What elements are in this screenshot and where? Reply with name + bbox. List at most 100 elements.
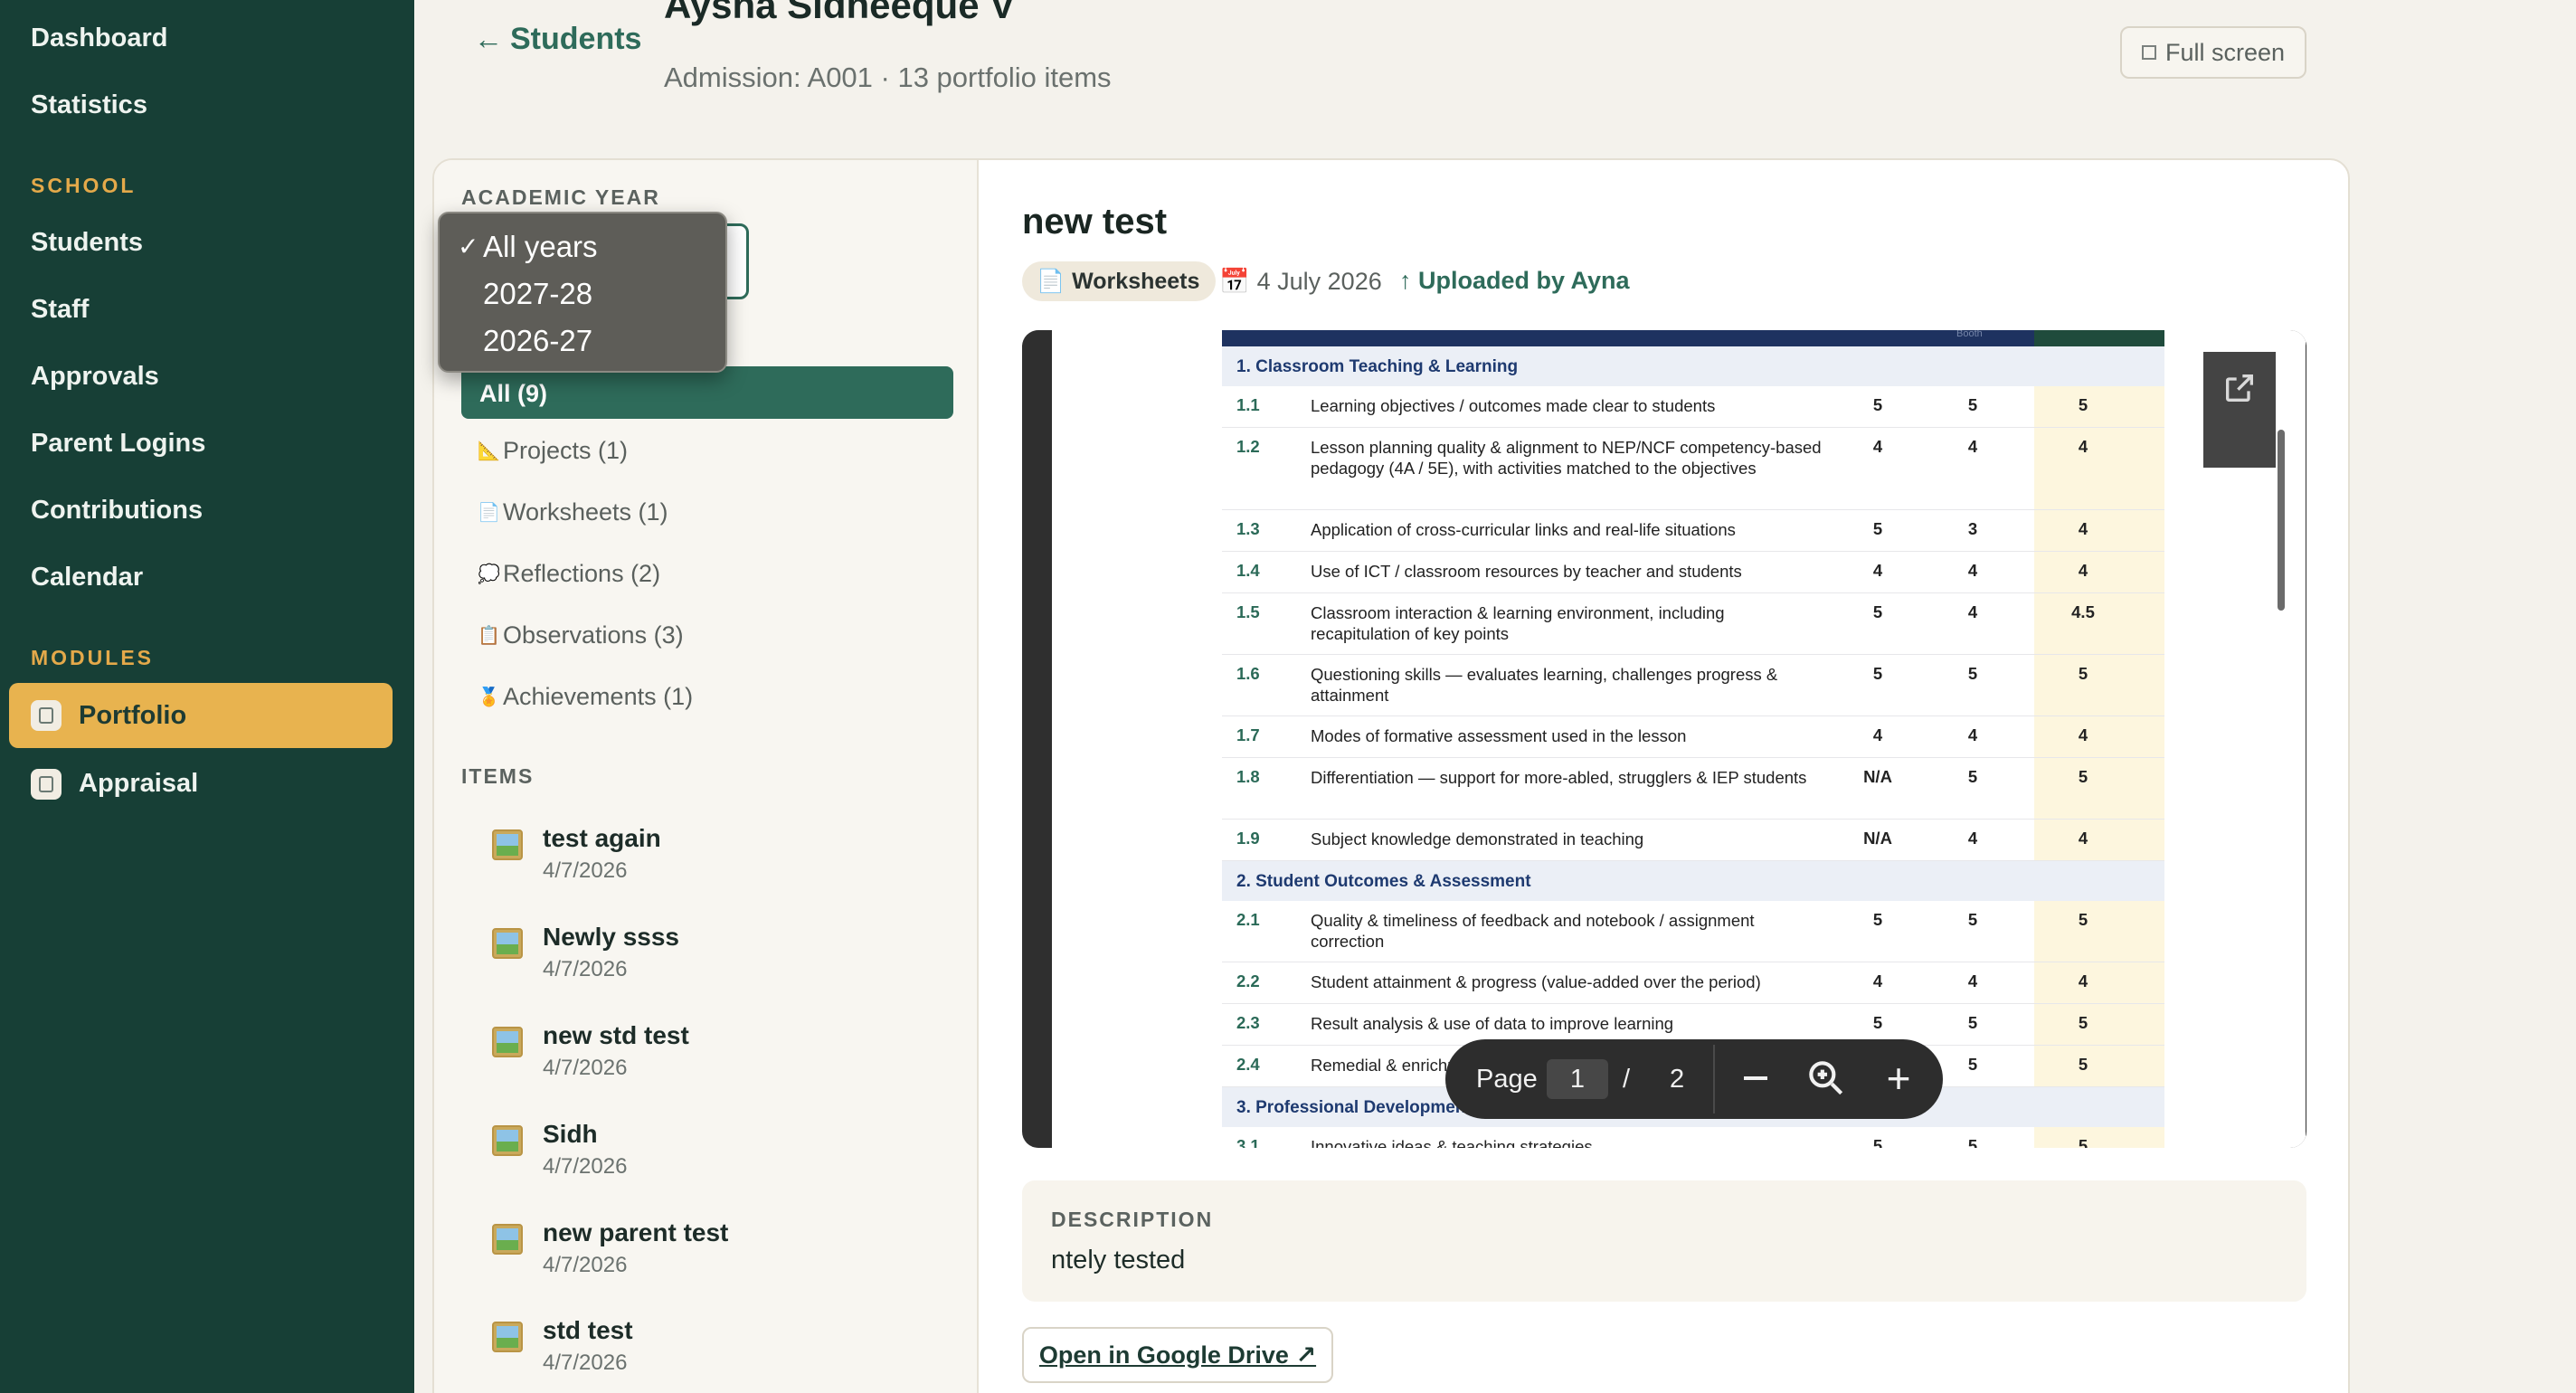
pdf-row-num: 2.2: [1236, 971, 1260, 990]
back-to-students-link[interactable]: ← Students: [474, 22, 641, 57]
pdf-row-score: N/A: [1863, 829, 1892, 848]
student-name: Aysha Sidheeque V: [664, 0, 1016, 26]
pdf-row-text: Lesson planning quality & alignment to N…: [1311, 438, 1822, 478]
pdf-row-num: 3.1: [1236, 1136, 1260, 1148]
pdf-row-score: 5: [2078, 664, 2088, 683]
nav-staff[interactable]: Staff: [31, 295, 89, 325]
pdf-row-score: 5: [1967, 1136, 1978, 1148]
pdf-row-num: 2.3: [1236, 1013, 1260, 1032]
uploaded-by-text: Uploaded by Ayna: [1418, 267, 1630, 294]
academic-year-dropdown: ✓ All years 2027-28 2026-27: [438, 212, 727, 373]
item-title: test again: [543, 824, 661, 852]
filter-label: Achievements (1): [503, 683, 694, 710]
zoom-in-icon[interactable]: +: [1876, 1056, 1921, 1101]
pdf-row-num: 1.5: [1236, 602, 1260, 621]
pdf-row-text: Learning objectives / outcomes made clea…: [1311, 396, 1716, 415]
filter-all[interactable]: All (9): [461, 366, 953, 419]
pdf-row-score: 5: [1872, 1136, 1883, 1148]
document-icon: 📄: [1037, 268, 1065, 294]
pdf-row-text: Result analysis & use of data to improve…: [1311, 1014, 1674, 1033]
item-detail-title: new test: [1022, 202, 1168, 242]
pdf-row: 2.2 Student attainment & progress (value…: [1222, 962, 2164, 1004]
filter-worksheets[interactable]: 📄 Worksheets (1): [478, 498, 668, 526]
nav-parent-logins[interactable]: Parent Logins: [31, 429, 205, 459]
nav-approvals[interactable]: Approvals: [31, 362, 159, 392]
nav-statistics[interactable]: Statistics: [31, 90, 147, 120]
item-date: 4/7/2026: [543, 1056, 628, 1080]
page-total: 2: [1670, 1065, 1685, 1094]
pdf-row-score: 4: [1967, 561, 1978, 580]
items-heading: ITEMS: [461, 764, 535, 788]
thought-bubble-icon: 💭: [478, 564, 500, 584]
fullscreen-button[interactable]: Full screen: [2120, 26, 2306, 79]
pdf-row-score: 4: [1872, 971, 1883, 990]
pdf-row: 2.1 Quality & timeliness of feedback and…: [1222, 901, 2164, 962]
nav-contributions[interactable]: Contributions: [31, 496, 203, 526]
page-number-input[interactable]: 1: [1547, 1059, 1608, 1099]
zoom-out-icon[interactable]: [1733, 1056, 1778, 1101]
item-title: std test: [543, 1316, 633, 1344]
item-title: new parent test: [543, 1218, 729, 1246]
filter-projects[interactable]: 📐 Projects (1): [478, 437, 628, 465]
pdf-header-accent: [2034, 330, 2164, 346]
filter-label: Worksheets (1): [503, 498, 668, 526]
pdf-page: Booth 1. Classroom Teaching & Learning 1…: [1052, 330, 2306, 1148]
pdf-row-score: 5: [1872, 519, 1883, 538]
nav-section-modules: MODULES: [31, 646, 154, 669]
description-box: DESCRIPTION ntely tested: [1022, 1180, 2306, 1302]
pdf-row-score: 4: [2078, 561, 2088, 580]
pdf-row-score: 5: [1967, 767, 1978, 786]
nav-calendar[interactable]: Calendar: [31, 563, 143, 592]
year-option-2026-27[interactable]: 2026-27: [483, 324, 592, 358]
pdf-row: 1.8 Differentiation — support for more-a…: [1222, 758, 2164, 820]
pdf-row-num: 2.1: [1236, 910, 1260, 929]
year-option-2027-28[interactable]: 2027-28: [483, 277, 592, 311]
nav-portfolio[interactable]: Portfolio: [9, 683, 393, 748]
nav-dashboard[interactable]: Dashboard: [31, 24, 167, 53]
open-google-drive-button[interactable]: Open in Google Drive ↗: [1022, 1327, 1333, 1383]
pdf-row: 1.5 Classroom interaction & learning env…: [1222, 593, 2164, 655]
uploaded-by: ↑ Uploaded by Ayna: [1399, 267, 1630, 295]
pdf-row-score: 5: [1872, 1013, 1883, 1032]
back-link-label: Students: [510, 22, 642, 56]
item-date-text: 4 July 2026: [1256, 267, 1382, 295]
pdf-row-score: 5: [1967, 1013, 1978, 1032]
pdf-row-num: 1.6: [1236, 664, 1260, 683]
open-external-button[interactable]: [2203, 352, 2276, 468]
zoom-reset-icon[interactable]: [1804, 1056, 1849, 1101]
pdf-row: 1.3 Application of cross-curricular link…: [1222, 510, 2164, 552]
category-badge-label: Worksheets: [1072, 268, 1200, 294]
pdf-row-num: 1.4: [1236, 561, 1260, 580]
pdf-row-score: 5: [1872, 664, 1883, 683]
filter-achievements[interactable]: 🏅 Achievements (1): [478, 683, 693, 711]
pdf-row-score: 5: [2078, 910, 2088, 929]
description-text: ntely tested: [1051, 1246, 1186, 1275]
pdf-row-score: 5: [1872, 910, 1883, 929]
filter-observations[interactable]: 📋 Observations (3): [478, 621, 684, 649]
item-date: 4/7/2026: [543, 1350, 628, 1375]
item-date: 4/7/2026: [543, 1253, 628, 1277]
item-title: Newly ssss: [543, 923, 679, 951]
pdf-row-score: 4: [2078, 829, 2088, 848]
pdf-scrollbar[interactable]: [2278, 430, 2285, 611]
filter-reflections[interactable]: 💭 Reflections (2): [478, 560, 660, 588]
medal-icon: 🏅: [478, 687, 500, 707]
pdf-row-num: 1.7: [1236, 725, 1260, 744]
year-option-all[interactable]: All years: [483, 230, 598, 264]
pdf-row-score: 5: [1872, 395, 1883, 414]
pdf-viewer[interactable]: Booth 1. Classroom Teaching & Learning 1…: [1022, 330, 2306, 1148]
item-date-meta: 📅 4 July 2026: [1219, 267, 1382, 296]
pdf-row: 1.9 Subject knowledge demonstrated in te…: [1222, 820, 2164, 861]
document-icon: 📄: [478, 503, 500, 523]
category-badge: 📄 Worksheets: [1022, 261, 1217, 301]
pdf-header-partial: Booth: [1956, 330, 1983, 339]
arrow-up-icon: ↑: [1399, 267, 1419, 294]
pdf-row-num: 1.8: [1236, 767, 1260, 786]
nav-students[interactable]: Students: [31, 228, 143, 258]
pdf-row-score: 4: [2078, 519, 2088, 538]
image-thumbnail-icon: [492, 1027, 523, 1057]
filter-label: Observations (3): [503, 621, 684, 649]
pdf-row-num: 1.1: [1236, 395, 1260, 414]
page-separator: /: [1623, 1065, 1631, 1094]
pdf-row-text: Subject knowledge demonstrated in teachi…: [1311, 829, 1644, 848]
